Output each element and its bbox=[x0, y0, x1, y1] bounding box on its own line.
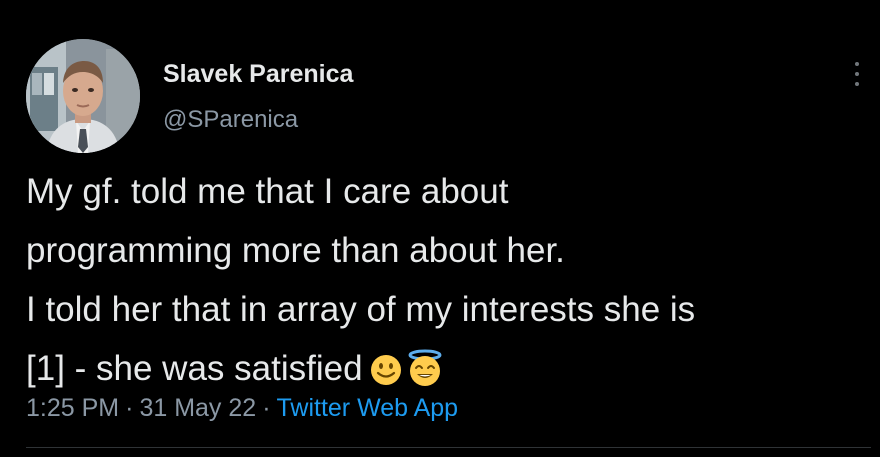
tweet-card: Slavek Parenica @SParenica My gf. told m… bbox=[0, 0, 880, 457]
meta-separator: · bbox=[125, 394, 134, 422]
meta-separator: · bbox=[262, 394, 271, 422]
tweet-text-line: I told her that in array of my interests… bbox=[26, 290, 696, 329]
avatar[interactable] bbox=[26, 39, 140, 153]
tweet-time[interactable]: 1:25 PM bbox=[26, 394, 119, 422]
more-options-icon[interactable] bbox=[848, 60, 866, 88]
tweet-text-line: programming more than about her. bbox=[26, 231, 565, 270]
author-name[interactable]: Slavek Parenica bbox=[163, 60, 353, 89]
tweet-source-link[interactable]: Twitter Web App bbox=[277, 394, 459, 422]
avatar-photo bbox=[26, 39, 140, 153]
tweet-text-line-content: [1] - she was satisfied bbox=[26, 349, 363, 388]
tweet-date[interactable]: 31 May 22 bbox=[139, 394, 256, 422]
divider bbox=[26, 447, 871, 448]
author-handle[interactable]: @SParenica bbox=[163, 106, 298, 134]
tweet-meta: 1:25 PM · 31 May 22 · Twitter Web App bbox=[26, 394, 458, 423]
tweet-text: My gf. told me that I care about program… bbox=[26, 162, 871, 405]
tweet-text-line: My gf. told me that I care about bbox=[26, 172, 509, 211]
